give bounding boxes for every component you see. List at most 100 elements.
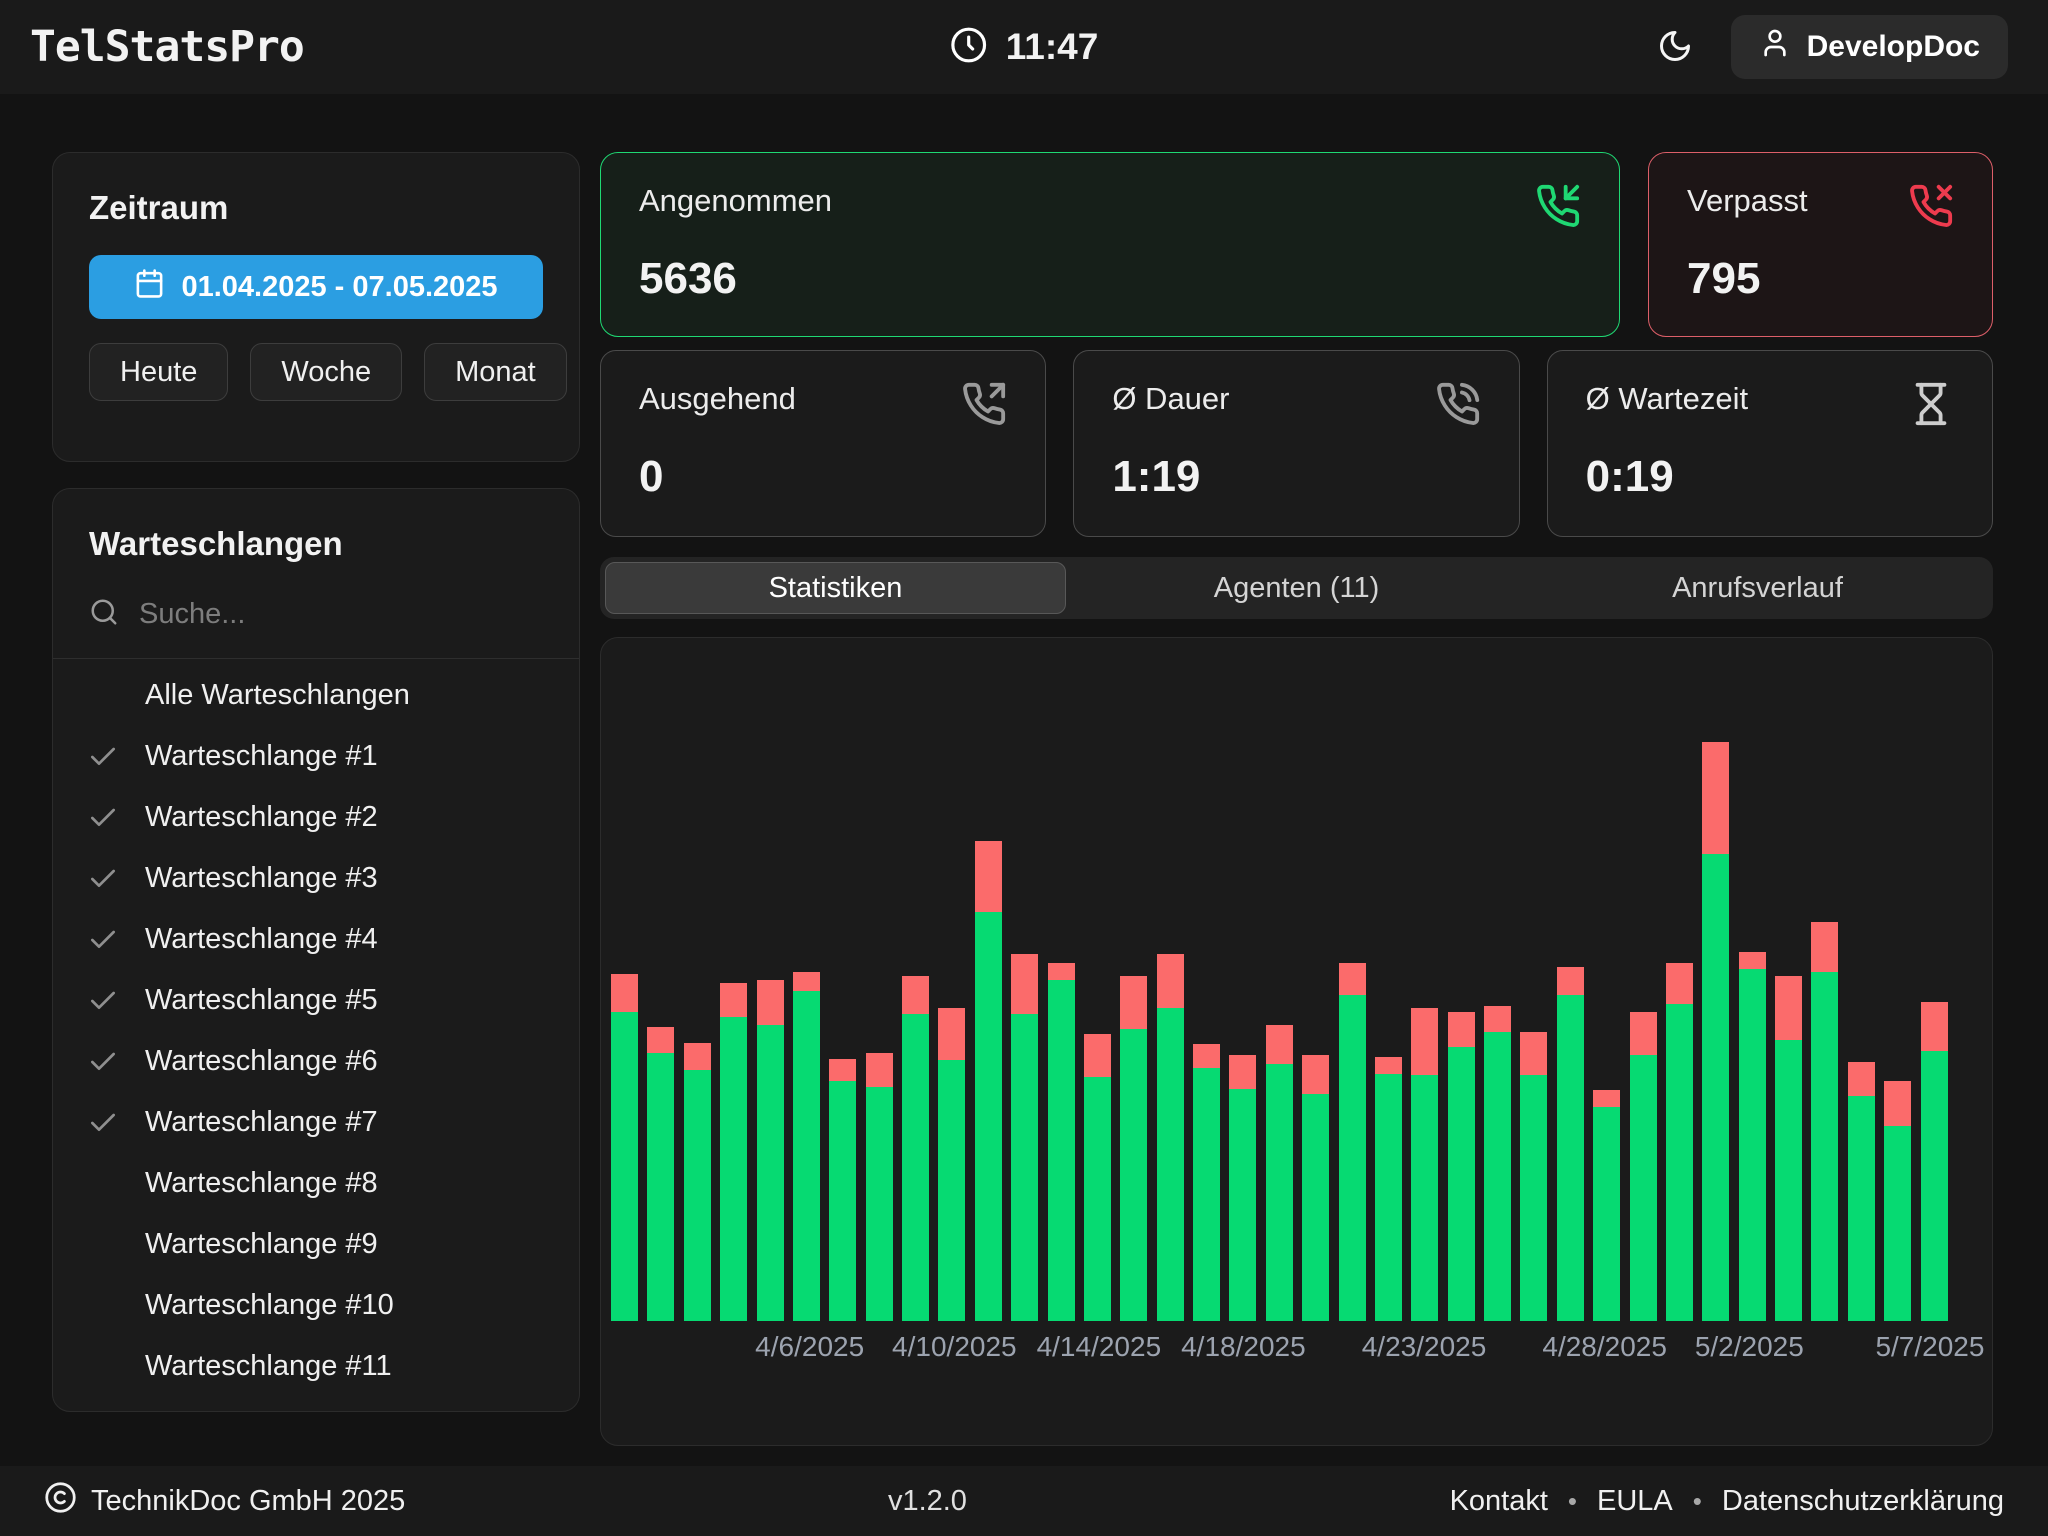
footer-link-eula[interactable]: EULA [1597,1485,1673,1518]
queue-item-label: Warteschlange #10 [145,1289,394,1322]
dot-separator: • [1568,1486,1577,1517]
theme-toggle-button[interactable] [1657,28,1693,67]
queue-item-label: Warteschlange #2 [145,801,378,834]
bar-5/4/2025[interactable] [1811,721,1838,1321]
tab-anrufsverlauf[interactable]: Anrufsverlauf [1527,562,1988,614]
stat-value-wartezeit: 0:19 [1586,452,1954,502]
queue-item-label: Warteschlange #8 [145,1167,378,1200]
bar-4/8/2025[interactable] [866,721,893,1321]
bar-4/3/2025[interactable] [684,721,711,1321]
queue-item-warteschlange-7[interactable]: Warteschlange #7 [53,1092,579,1153]
stat-value-dauer: 1:19 [1112,452,1480,502]
preset-button-monat[interactable]: Monat [424,343,567,401]
preset-button-woche[interactable]: Woche [250,343,402,401]
bar-5/3/2025[interactable] [1775,721,1802,1321]
bar-4/26/2025[interactable] [1520,721,1547,1321]
bar-4/22/2025[interactable] [1375,721,1402,1321]
queue-item-label: Warteschlange #3 [145,862,378,895]
queue-item-warteschlange-6[interactable]: Warteschlange #6 [53,1031,579,1092]
queue-item-warteschlange-2[interactable]: Warteschlange #2 [53,787,579,848]
main-panel: Angenommen 5636 Verpasst 795 [600,152,1993,1466]
queue-item-label: Warteschlange #7 [145,1106,378,1139]
bar-4/21/2025[interactable] [1339,721,1366,1321]
bar-5/7/2025[interactable] [1921,721,1948,1321]
footer-link-datenschutzerkl-rung[interactable]: Datenschutzerklärung [1722,1485,2004,1518]
queue-item-warteschlange-3[interactable]: Warteschlange #3 [53,848,579,909]
queue-item-warteschlange-4[interactable]: Warteschlange #4 [53,909,579,970]
check-icon [87,924,119,956]
tab-bar: StatistikenAgenten (11)Anrufsverlauf [600,557,1993,619]
stat-label-ausgehend: Ausgehend [639,381,796,417]
bar-4/10/2025[interactable] [938,721,965,1321]
date-range-button[interactable]: 01.04.2025 - 07.05.2025 [89,255,543,319]
card-angenommen: Angenommen 5636 [600,152,1620,337]
phone-outgoing-icon [961,381,1007,432]
queue-item-warteschlange-5[interactable]: Warteschlange #5 [53,970,579,1031]
bar-4/11/2025[interactable] [975,721,1002,1321]
queue-item-warteschlange-9[interactable]: Warteschlange #9 [53,1214,579,1275]
stat-value-angenommen: 5636 [639,254,1581,304]
bar-4/13/2025[interactable] [1048,721,1075,1321]
tab-statistiken[interactable]: Statistiken [605,562,1066,614]
search-icon [89,597,119,632]
queues-card: Warteschlangen Alle WarteschlangenWartes… [52,488,580,1412]
check-icon-empty [87,1351,119,1383]
zeitraum-title: Zeitraum [89,189,543,227]
x-axis-label: 5/2/2025 [1695,1331,1804,1363]
queue-item-warteschlange-10[interactable]: Warteschlange #10 [53,1275,579,1336]
bar-4/5/2025[interactable] [757,721,784,1321]
copyright-text: TechnikDoc GmbH 2025 [91,1485,405,1518]
bar-4/25/2025[interactable] [1484,721,1511,1321]
preset-button-heute[interactable]: Heute [89,343,228,401]
bar-4/29/2025[interactable] [1630,721,1657,1321]
bar-4/27/2025[interactable] [1557,721,1584,1321]
app-version: v1.2.0 [405,1485,1449,1518]
queue-item-warteschlange-11[interactable]: Warteschlange #11 [53,1336,579,1397]
current-time: 11:47 [1006,26,1099,68]
stat-label-dauer: Ø Dauer [1112,381,1229,417]
bar-4/2/2025[interactable] [647,721,674,1321]
check-icon-empty [87,680,119,712]
chart-x-axis: 4/6/20254/10/20254/14/20254/18/20254/23/… [611,1321,1948,1367]
bar-4/7/2025[interactable] [829,721,856,1321]
footer-link-kontakt[interactable]: Kontakt [1450,1485,1548,1518]
bar-5/1/2025[interactable] [1702,721,1729,1321]
x-axis-label: 4/6/2025 [755,1331,864,1363]
bar-4/18/2025[interactable] [1229,721,1256,1321]
bar-4/24/2025[interactable] [1448,721,1475,1321]
tab-agenten-11[interactable]: Agenten (11) [1066,562,1527,614]
bar-4/28/2025[interactable] [1593,721,1620,1321]
app-window: TelStatsPro 11:47 DevelopDoc [0,0,2048,1536]
check-icon [87,985,119,1017]
chart-card: 4/6/20254/10/20254/14/20254/18/20254/23/… [600,637,1993,1446]
search-input[interactable] [139,598,543,631]
queue-item-warteschlange-1[interactable]: Warteschlange #1 [53,726,579,787]
bar-4/23/2025[interactable] [1411,721,1438,1321]
bar-4/6/2025[interactable] [793,721,820,1321]
bar-4/19/2025[interactable] [1266,721,1293,1321]
bar-4/14/2025[interactable] [1084,721,1111,1321]
bar-4/30/2025[interactable] [1666,721,1693,1321]
x-axis-label: 4/28/2025 [1542,1331,1667,1363]
bar-4/15/2025[interactable] [1120,721,1147,1321]
bar-5/5/2025[interactable] [1848,721,1875,1321]
x-axis-label: 4/18/2025 [1181,1331,1306,1363]
bar-4/16/2025[interactable] [1157,721,1184,1321]
date-range-label: 01.04.2025 - 07.05.2025 [181,271,497,304]
sidebar: Zeitraum 01.04.2025 - 07.05.2025 Heute Wo… [52,152,580,1466]
bar-4/4/2025[interactable] [720,721,747,1321]
user-menu-button[interactable]: DevelopDoc [1731,15,2008,79]
stat-value-verpasst: 795 [1687,254,1954,304]
queue-item-alle-warteschlangen[interactable]: Alle Warteschlangen [53,665,579,726]
bar-4/1/2025[interactable] [611,721,638,1321]
bar-4/12/2025[interactable] [1011,721,1038,1321]
x-axis-label: 4/10/2025 [892,1331,1017,1363]
stat-label-verpasst: Verpasst [1687,183,1808,219]
bar-5/6/2025[interactable] [1884,721,1911,1321]
bar-5/2/2025[interactable] [1739,721,1766,1321]
bar-4/20/2025[interactable] [1302,721,1329,1321]
stat-label-wartezeit: Ø Wartezeit [1586,381,1749,417]
queue-item-warteschlange-8[interactable]: Warteschlange #8 [53,1153,579,1214]
bar-4/17/2025[interactable] [1193,721,1220,1321]
bar-4/9/2025[interactable] [902,721,929,1321]
